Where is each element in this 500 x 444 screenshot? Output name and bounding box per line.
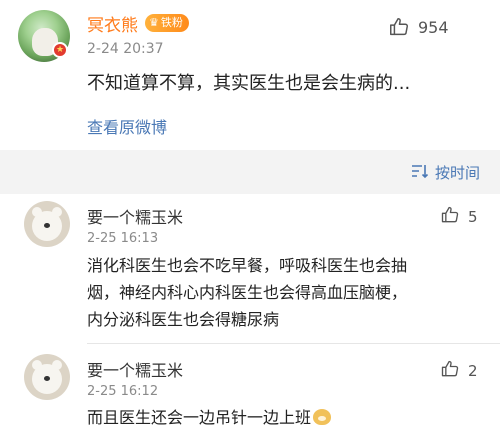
thumbs-up-icon xyxy=(388,16,410,38)
comment-text-line: 烟，神经内科心内科医生也会得高血压脑梗， xyxy=(87,283,408,302)
fan-badge[interactable]: ♛ 铁粉 xyxy=(145,14,189,32)
comment-text-line: 内分泌科医生也会得糖尿病 xyxy=(87,310,280,329)
comment-divider xyxy=(87,343,500,344)
post-like-count: 954 xyxy=(418,17,449,37)
comment-text-line: 消化科医生也会不吃早餐，呼吸科医生也会抽 xyxy=(87,256,408,275)
post-text: 不知道算不算，其实医生也是会生病的... xyxy=(87,73,411,94)
comment-like-count: 5 xyxy=(468,208,478,226)
comment-text: 而且医生还会一边吊针一边上班 xyxy=(87,404,332,431)
comment-like-button[interactable]: 2 xyxy=(440,359,478,383)
avatar-bear-nose xyxy=(44,376,50,381)
doge-emoji-icon xyxy=(313,409,332,425)
crown-icon: ♛ xyxy=(149,16,159,29)
post-like-button[interactable]: 954 xyxy=(388,16,449,38)
thumbs-up-icon xyxy=(440,205,460,229)
post-author-name[interactable]: 冥衣熊 xyxy=(87,11,138,36)
comment-author-name[interactable]: 要一个糯玉米 xyxy=(87,204,183,228)
sort-icon xyxy=(411,163,429,183)
view-original-link[interactable]: 查看原微博 xyxy=(87,114,167,138)
comment-author-name[interactable]: 要一个糯玉米 xyxy=(87,357,183,381)
sort-by-time-button[interactable]: 按时间 xyxy=(411,162,480,183)
thumbs-up-icon xyxy=(440,359,460,383)
sort-label: 按时间 xyxy=(434,164,480,182)
comment-like-count: 2 xyxy=(468,362,478,380)
verified-badge-icon: ★ xyxy=(52,42,68,58)
comment-text-line: 而且医生还会一边吊针一边上班 xyxy=(87,408,312,427)
fan-badge-label: 铁粉 xyxy=(160,16,183,29)
comment-avatar[interactable] xyxy=(24,354,70,400)
comment-text: 消化科医生也会不吃早餐，呼吸科医生也会抽 烟，神经内科心内科医生也会得高血压脑梗… xyxy=(87,252,407,333)
avatar-bear-nose xyxy=(44,223,50,228)
comment-like-button[interactable]: 5 xyxy=(440,205,478,229)
post-time: 2-24 20:37 xyxy=(87,41,164,57)
comment-avatar[interactable] xyxy=(24,201,70,247)
comment-time: 2-25 16:13 xyxy=(87,231,159,246)
comment-time: 2-25 16:12 xyxy=(87,384,159,399)
